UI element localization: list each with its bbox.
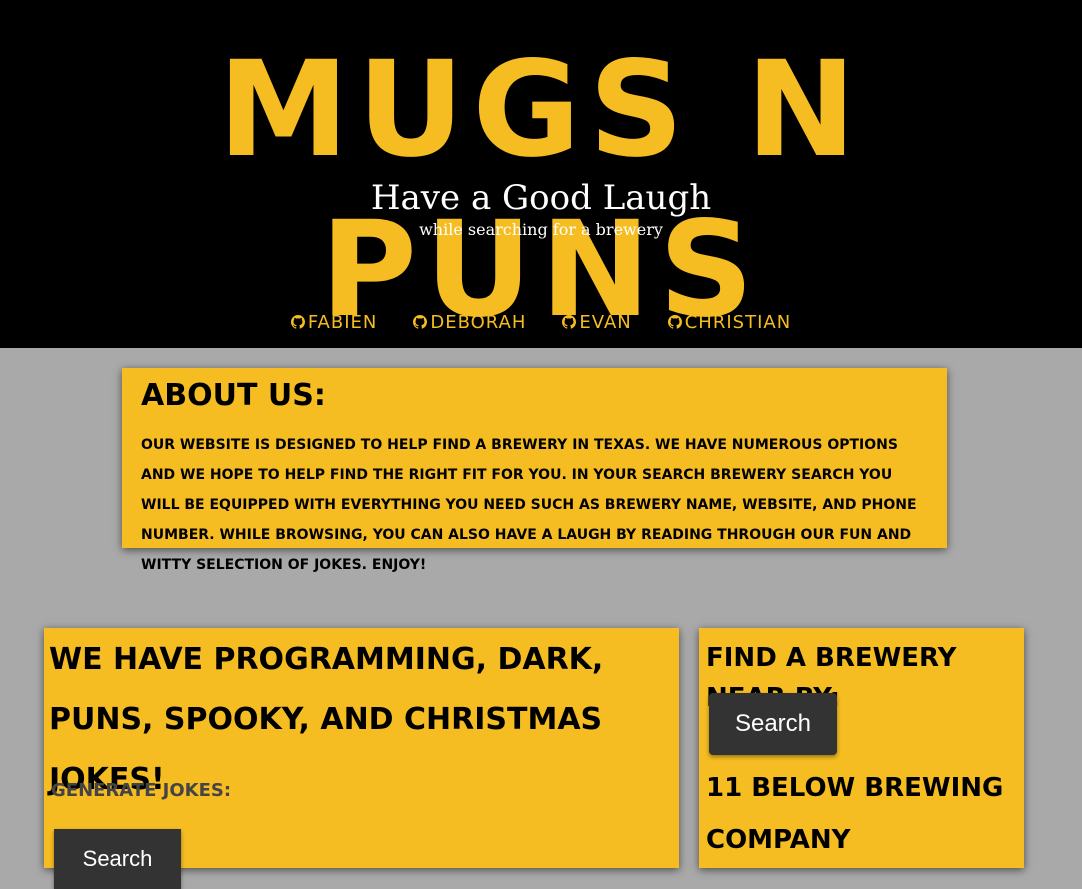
brewery-result-name: 11 Below Brewing Company bbox=[706, 773, 1004, 855]
nav-label: Christian bbox=[684, 311, 792, 333]
brewery-panel: Find a brewery near by: Search 11 Below … bbox=[699, 628, 1024, 868]
nav-label: Deborah bbox=[430, 311, 527, 333]
github-icon bbox=[413, 315, 428, 329]
nav-label: Fabien bbox=[307, 311, 378, 333]
tagline: Have a Good Laugh bbox=[370, 178, 712, 218]
about-body: Our website is designed to help find a b… bbox=[141, 437, 917, 573]
generate-jokes-button[interactable]: Search bbox=[54, 829, 181, 889]
jokes-panel: We have programming, dark, puns, spooky,… bbox=[44, 628, 679, 889]
team-nav: Fabien Deborah Evan Christian bbox=[0, 308, 1082, 336]
about-panel: About Us: Our website is designed to hel… bbox=[122, 368, 947, 573]
site-header: Mugs N Puns Have a Good Laugh while sear… bbox=[0, 0, 1082, 348]
generate-jokes-label: Generate Jokes: bbox=[51, 780, 232, 801]
github-icon bbox=[290, 315, 305, 329]
nav-link-christian[interactable]: Christian bbox=[667, 308, 792, 336]
github-icon bbox=[562, 315, 577, 329]
nav-link-fabien[interactable]: Fabien bbox=[290, 308, 378, 336]
nav-link-deborah[interactable]: Deborah bbox=[413, 308, 526, 336]
nav-label: Evan bbox=[579, 311, 632, 333]
nav-link-evan[interactable]: Evan bbox=[562, 308, 631, 336]
subtagline: while searching for a brewery bbox=[419, 220, 663, 239]
github-icon bbox=[667, 315, 682, 329]
about-title: About Us: bbox=[141, 378, 326, 413]
brewery-search-button[interactable]: Search bbox=[709, 693, 837, 755]
